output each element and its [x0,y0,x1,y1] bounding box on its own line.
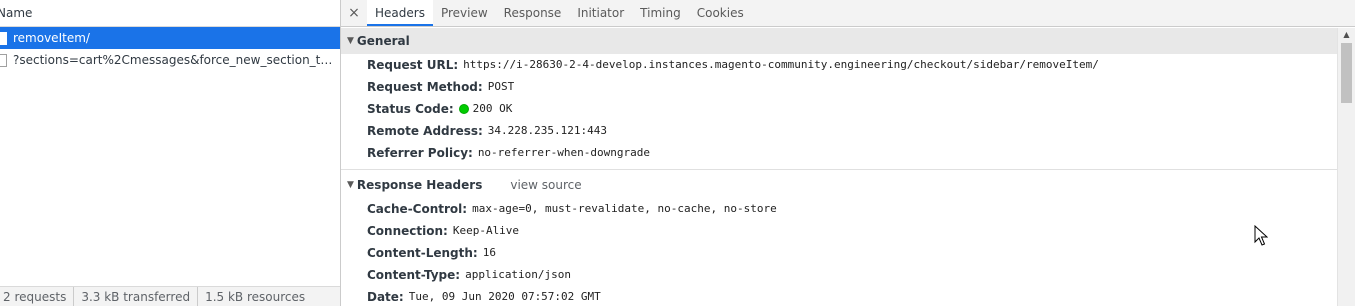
network-summary-bar: 2 requests 3.3 kB transferred 1.5 kB res… [0,286,340,306]
header-row: Cache-Control: max-age=0, must-revalidat… [341,198,1337,220]
header-value: 200 OK [472,102,513,115]
tab-headers[interactable]: Headers [367,0,433,26]
resources-size: 1.5 kB resources [205,290,306,304]
document-icon [0,53,7,67]
view-source-link[interactable]: view source [510,172,581,198]
general-section-title: General [356,34,410,48]
header-key: Connection: [367,224,448,238]
vertical-scrollbar[interactable]: ▲ [1337,28,1355,306]
header-key: Cache-Control: [367,202,468,216]
tab-initiator[interactable]: Initiator [569,0,632,26]
header-key: Referrer Policy: [367,146,473,160]
name-column-label: Name [0,6,33,20]
header-row: Connection: Keep-Alive [341,220,1337,242]
header-key: Content-Type: [367,268,461,282]
header-key: Remote Address: [367,124,483,138]
section-divider [341,169,1337,170]
name-column-header[interactable]: Name [0,0,340,27]
scroll-up-arrow-icon[interactable]: ▲ [1338,28,1355,42]
header-value: 34.228.235.121:443 [487,124,608,137]
header-row: Referrer Policy: no-referrer-when-downgr… [341,142,1337,164]
header-value: 16 [482,246,496,259]
expand-triangle-icon: ▼ [347,180,354,190]
headers-content: ▼ General Request URL: https://i-28630-2… [341,28,1337,306]
header-value: max-age=0, must-revalidate, no-cache, no… [472,202,777,215]
general-section-header[interactable]: ▼ General [341,28,1337,54]
mouse-pointer-icon [1254,225,1268,246]
header-key: Date: [367,290,404,304]
document-icon [0,31,7,45]
scroll-thumb[interactable] [1341,43,1352,103]
requests-count: 2 requests [0,287,75,306]
header-row: Remote Address: 34.228.235.121:443 [341,120,1337,142]
header-key: Request URL: [367,58,459,72]
header-row: Request Method: POST [341,76,1337,98]
header-value: no-referrer-when-downgrade [477,146,650,159]
expand-triangle-icon: ▼ [347,36,354,46]
status-ok-icon [458,104,469,114]
header-row: Content-Type: application/json [341,264,1337,286]
close-icon[interactable]: × [341,0,367,26]
request-list-pane: Name removeItem/ ?sections=cart%2Cmessag… [0,0,341,306]
header-row: Request URL: https://i-28630-2-4-develop… [341,54,1337,76]
header-value: Tue, 09 Jun 2020 07:57:02 GMT [408,290,601,303]
header-value: application/json [465,268,572,281]
details-tab-bar: × Headers Preview Response Initiator Tim… [341,0,1355,27]
header-value: Keep-Alive [452,224,520,237]
header-row: Content-Length: 16 [341,242,1337,264]
header-key: Status Code: [367,102,454,116]
response-headers-section-header[interactable]: ▼ Response Headers view source [341,172,1337,198]
request-row-sections[interactable]: ?sections=cart%2Cmessages&force_new_sect… [0,49,340,71]
header-value: POST [487,80,515,93]
request-name: removeItem/ [13,31,90,45]
tab-preview[interactable]: Preview [433,0,496,26]
header-key: Request Method: [367,80,483,94]
transferred-size: 3.3 kB transferred [74,287,199,306]
tab-cookies[interactable]: Cookies [689,0,752,26]
request-name: ?sections=cart%2Cmessages&force_new_sect… [13,53,335,67]
header-row: Status Code: 200 OK [341,98,1337,120]
response-headers-title: Response Headers [356,178,483,192]
tab-timing[interactable]: Timing [632,0,689,26]
header-key: Content-Length: [367,246,478,260]
tab-response[interactable]: Response [496,0,570,26]
request-row-removeitem[interactable]: removeItem/ [0,27,340,49]
header-row: Date: Tue, 09 Jun 2020 07:57:02 GMT [341,286,1337,306]
request-details-pane: × Headers Preview Response Initiator Tim… [341,0,1355,306]
header-value: https://i-28630-2-4-develop.instances.ma… [463,58,1099,71]
